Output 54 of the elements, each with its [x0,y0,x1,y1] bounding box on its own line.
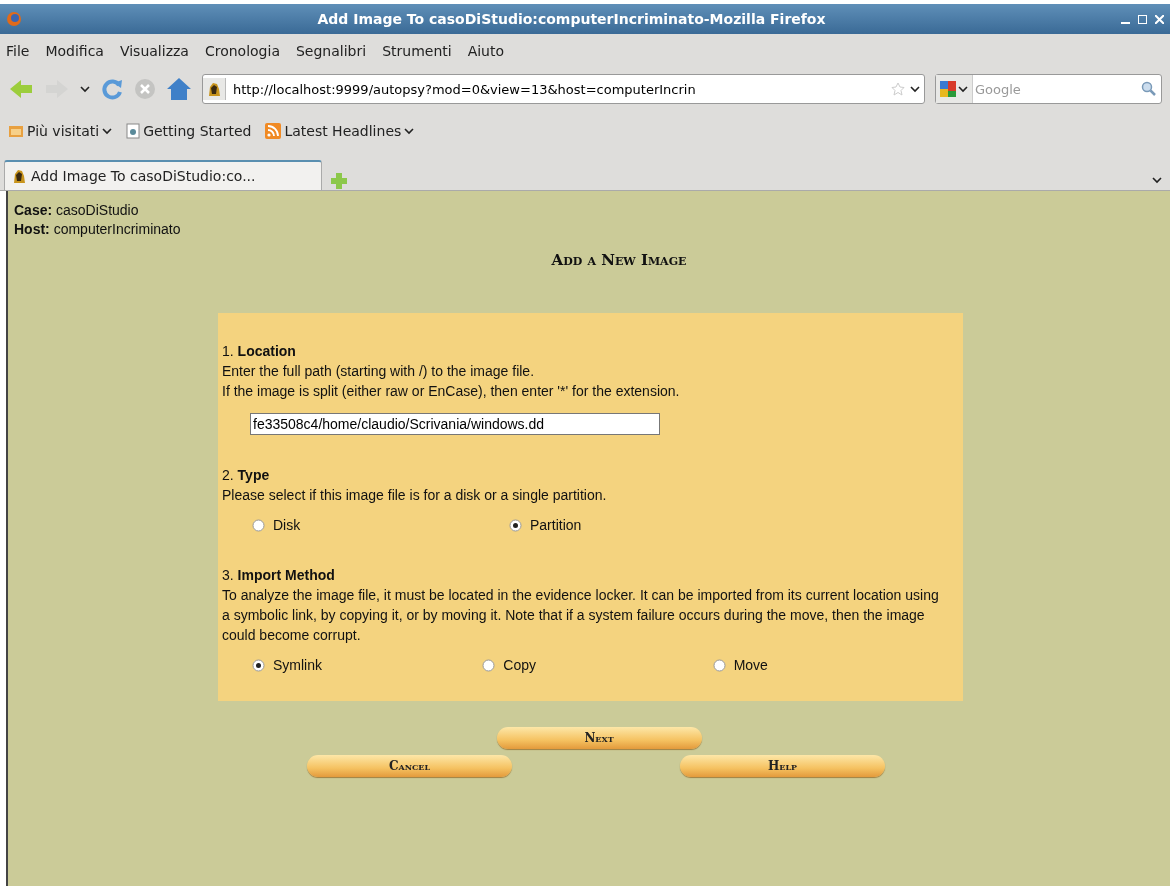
dropdown-icon[interactable] [958,85,968,93]
bookmark-item[interactable]: Getting Started [126,123,252,139]
page-icon [126,123,141,139]
menu-item[interactable]: Strumenti [382,43,452,59]
menu-item[interactable]: Modifica [45,43,104,59]
menu-item[interactable]: Cronologia [204,43,280,59]
window-title: Add Image To casoDiStudio:computerIncriminato-Mozilla Firefox [316,11,827,27]
home-icon[interactable] [166,77,192,101]
path-field[interactable]: fe33508c4/home/claudio/Scrivania/windows.dd [250,413,660,435]
maximize-icon[interactable] [1138,14,1147,24]
new-tab-icon[interactable] [330,172,348,190]
stop-icon[interactable] [134,78,156,100]
radio-button[interactable] [509,518,522,532]
radio-button[interactable] [482,658,496,672]
section-title: 1. Location [222,342,297,361]
dropdown-icon[interactable] [80,85,90,93]
next-button[interactable]: Next [496,727,702,749]
section-title: 2. Type [222,466,271,485]
menu-item[interactable]: Aiuto [467,43,505,59]
dropdown-icon[interactable] [910,85,920,93]
tab-list-icon[interactable] [1152,176,1162,184]
dropdown-icon [404,127,415,135]
radio-option[interactable]: Partition [509,515,766,535]
browser-tab[interactable]: Add Image To casoDiStudio:co... [4,160,322,190]
radio-button[interactable] [712,658,726,672]
page-heading: Add a New Image [550,251,688,269]
cancel-button[interactable]: Cancel [307,755,512,777]
info-line: Host: computerIncriminato [14,220,182,239]
section-description: Enter the full path (starting with /) to the image file. If the image is split (either raw or EnCase), then enter '*' for the extension. [222,362,681,401]
close-icon[interactable] [1155,14,1164,24]
menu-item[interactable]: Visualizza [119,43,189,59]
bookmark-item[interactable]: Latest Headlines [265,123,415,139]
search-icon[interactable] [1141,81,1157,97]
menu-item[interactable]: File [6,43,30,59]
radio-option[interactable]: Disk [252,515,509,535]
radio-button[interactable] [252,518,265,532]
help-button[interactable]: Help [680,755,885,777]
section-description: To analyze the image file, it must be located in the evidence locker. It can be imported from its current location using a symbolic link, by copying it, or by moving it. Note that if a system failure occurs during the move, then the image could become corrupt. [222,586,940,645]
radio-option[interactable]: Move [712,655,943,675]
bookmark-item[interactable]: Più visitati [8,123,113,139]
radio-option[interactable]: Symlink [252,655,483,675]
menu-item[interactable]: Segnalibri [295,43,367,59]
address-bar[interactable]: http://localhost:9999/autopsy?mod=0&view=13&host=computerIncrin [202,74,925,104]
rss-icon [265,123,282,139]
folder-icon [8,124,24,138]
section-title: 3. Import Method [222,566,336,585]
radio-button[interactable] [252,658,265,672]
info-line: Case: casoDiStudio [14,201,140,220]
search-bar[interactable]: Google [935,74,1162,104]
dropdown-icon [102,127,113,135]
radio-option[interactable]: Copy [482,655,713,675]
reload-icon[interactable] [100,77,124,101]
star-icon[interactable] [891,82,905,96]
section-description: Please select if this image file is for a disk or a single partition. [222,486,608,505]
